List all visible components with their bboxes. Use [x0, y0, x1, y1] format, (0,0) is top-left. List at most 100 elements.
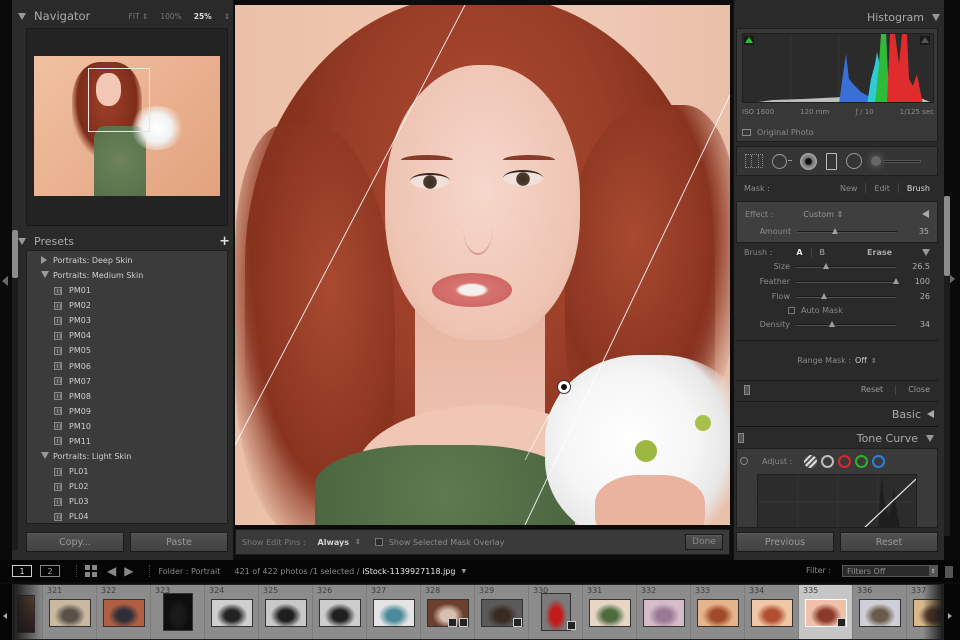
edited-badge-icon[interactable] — [837, 618, 846, 627]
crop-overlay-icon[interactable] — [745, 154, 763, 168]
mask-close-button[interactable]: Close — [908, 385, 930, 394]
mask-reset-button[interactable]: Reset — [861, 385, 883, 394]
spot-removal-icon[interactable] — [772, 153, 792, 169]
filmstrip-thumbnail[interactable] — [697, 599, 739, 627]
targeted-adjustment-icon[interactable] — [740, 457, 748, 465]
effect-collapse-icon[interactable] — [922, 210, 929, 218]
preset-item[interactable]: PL04 — [27, 509, 227, 523]
density-value[interactable]: 34 — [900, 320, 930, 329]
graduated-filter-icon[interactable] — [826, 152, 837, 170]
slider-knob[interactable] — [829, 320, 835, 327]
preset-group-deep-skin[interactable]: Portraits: Deep Skin — [27, 253, 227, 268]
copy-button[interactable]: Copy... — [26, 532, 124, 552]
auto-mask-toggle[interactable]: Auto Mask — [744, 304, 930, 317]
current-filename[interactable]: iStock-1139927118.jpg — [362, 567, 455, 576]
filmstrip-cell[interactable]: 324 — [205, 585, 259, 639]
navigator-viewport-frame[interactable] — [88, 68, 150, 132]
brush-erase-button[interactable]: Erase — [867, 248, 892, 257]
rgb-channel-icon[interactable] — [821, 454, 835, 468]
basic-panel-header[interactable]: Basic — [736, 401, 938, 427]
original-photo-checkbox[interactable] — [742, 128, 751, 136]
filmstrip-thumbnail[interactable] — [163, 593, 193, 631]
original-photo-toggle[interactable]: Original Photo — [742, 126, 814, 138]
parametric-curve-icon[interactable] — [804, 454, 818, 468]
flow-value[interactable]: 26 — [900, 292, 930, 301]
filmstrip-cell[interactable]: 321 — [43, 585, 97, 639]
mask-overlay-checkbox[interactable] — [374, 538, 383, 546]
mask-brush-button[interactable]: Brush — [907, 184, 930, 193]
brush-b-button[interactable]: B — [820, 248, 826, 257]
edited-badge-icon[interactable] — [459, 618, 468, 627]
filmstrip-cell[interactable]: 333 — [691, 585, 745, 639]
panel-switch-icon[interactable] — [738, 433, 744, 443]
filmstrip-cell[interactable]: 336 — [853, 585, 907, 639]
virtual-copy-badge-icon[interactable] — [567, 621, 576, 630]
folder-breadcrumb[interactable]: Folder : Portrait — [158, 567, 220, 576]
preset-item[interactable]: PL03 — [27, 494, 227, 509]
filmstrip-cell[interactable]: 326 — [313, 585, 367, 639]
reset-button[interactable]: Reset — [840, 532, 938, 552]
graduated-filter-guides[interactable] — [235, 5, 730, 525]
filmstrip-cell[interactable]: 331 — [583, 585, 637, 639]
edit-pin[interactable] — [557, 380, 571, 394]
right-panel-scrollbar[interactable] — [944, 196, 950, 536]
preset-item[interactable]: PM09 — [27, 404, 227, 419]
preset-item[interactable]: PL01 — [27, 464, 227, 479]
red-eye-icon[interactable] — [800, 152, 817, 170]
zoom-100-option[interactable]: 100% — [160, 12, 181, 21]
zoom-fit-option[interactable]: FIT ⇕ — [129, 12, 149, 21]
preset-item[interactable]: PM04 — [27, 328, 227, 343]
add-preset-icon[interactable]: + — [219, 234, 230, 249]
filmstrip-thumbnail[interactable] — [751, 599, 793, 627]
done-button[interactable]: Done — [685, 534, 723, 550]
preset-item[interactable]: PM10 — [27, 419, 227, 434]
grid-view-icon[interactable] — [85, 565, 97, 577]
panel-switch-icon[interactable] — [744, 384, 750, 395]
filmstrip-thumbnail[interactable] — [589, 599, 631, 627]
slider-knob[interactable] — [893, 277, 899, 284]
flow-slider[interactable] — [796, 292, 896, 299]
brush-collapse-icon[interactable] — [922, 248, 930, 256]
paste-button[interactable]: Paste — [130, 532, 228, 552]
filmstrip-thumbnail[interactable] — [373, 599, 415, 627]
shadow-clipping-indicator[interactable] — [744, 36, 754, 45]
filmstrip-thumbnail[interactable] — [103, 599, 145, 627]
zoom-updown-icon[interactable]: ⇕ — [224, 12, 230, 21]
filmstrip-scroll-left[interactable] — [0, 584, 12, 640]
main-screen-button[interactable]: 1 — [12, 565, 32, 577]
preset-item[interactable]: PM02 — [27, 298, 227, 313]
virtual-copy-badge-icon[interactable] — [448, 618, 457, 627]
main-photo-canvas[interactable] — [235, 5, 730, 525]
filter-lock-icon[interactable] — [945, 566, 953, 578]
filmstrip-cell[interactable]: 327 — [367, 585, 421, 639]
size-slider[interactable] — [796, 262, 896, 269]
preset-group-light-skin[interactable]: Portraits: Light Skin — [27, 449, 227, 464]
feather-value[interactable]: 100 — [900, 277, 930, 286]
zoom-25-option[interactable]: 25% — [194, 12, 212, 21]
filmstrip-cell[interactable]: 329 — [475, 585, 529, 639]
tone-curve-header[interactable]: Tone Curve — [736, 428, 938, 448]
forward-arrow-icon[interactable]: ▶ — [124, 564, 133, 578]
amount-slider[interactable] — [797, 227, 897, 234]
highlight-clipping-indicator[interactable] — [920, 36, 930, 45]
slider-knob[interactable] — [821, 292, 827, 299]
updown-icon[interactable]: ⇕ — [355, 538, 361, 546]
effect-preset-select[interactable]: Custom ⇕ — [803, 210, 843, 219]
amount-value[interactable]: 35 — [899, 227, 929, 236]
filename-dropdown-icon[interactable]: ▼ — [461, 568, 466, 575]
filmstrip-thumbnail[interactable] — [49, 599, 91, 627]
left-panel-toggle[interactable] — [0, 0, 12, 560]
secondary-screen-button[interactable]: 2 — [40, 565, 60, 577]
filmstrip-thumbnail[interactable] — [319, 599, 361, 627]
slider-knob[interactable] — [823, 262, 829, 269]
radial-filter-icon[interactable] — [846, 153, 862, 169]
preset-group-medium-skin[interactable]: Portraits: Medium Skin — [27, 268, 227, 283]
back-arrow-icon[interactable]: ◀ — [107, 564, 116, 578]
mask-edit-button[interactable]: Edit — [874, 184, 890, 193]
brush-a-button[interactable]: A — [796, 248, 802, 257]
filmstrip-thumbnail[interactable] — [211, 599, 253, 627]
feather-slider[interactable] — [796, 277, 899, 284]
filmstrip-cell[interactable]: 322 — [97, 585, 151, 639]
preset-item[interactable]: PM06 — [27, 358, 227, 373]
filmstrip-thumbnail[interactable] — [265, 599, 307, 627]
